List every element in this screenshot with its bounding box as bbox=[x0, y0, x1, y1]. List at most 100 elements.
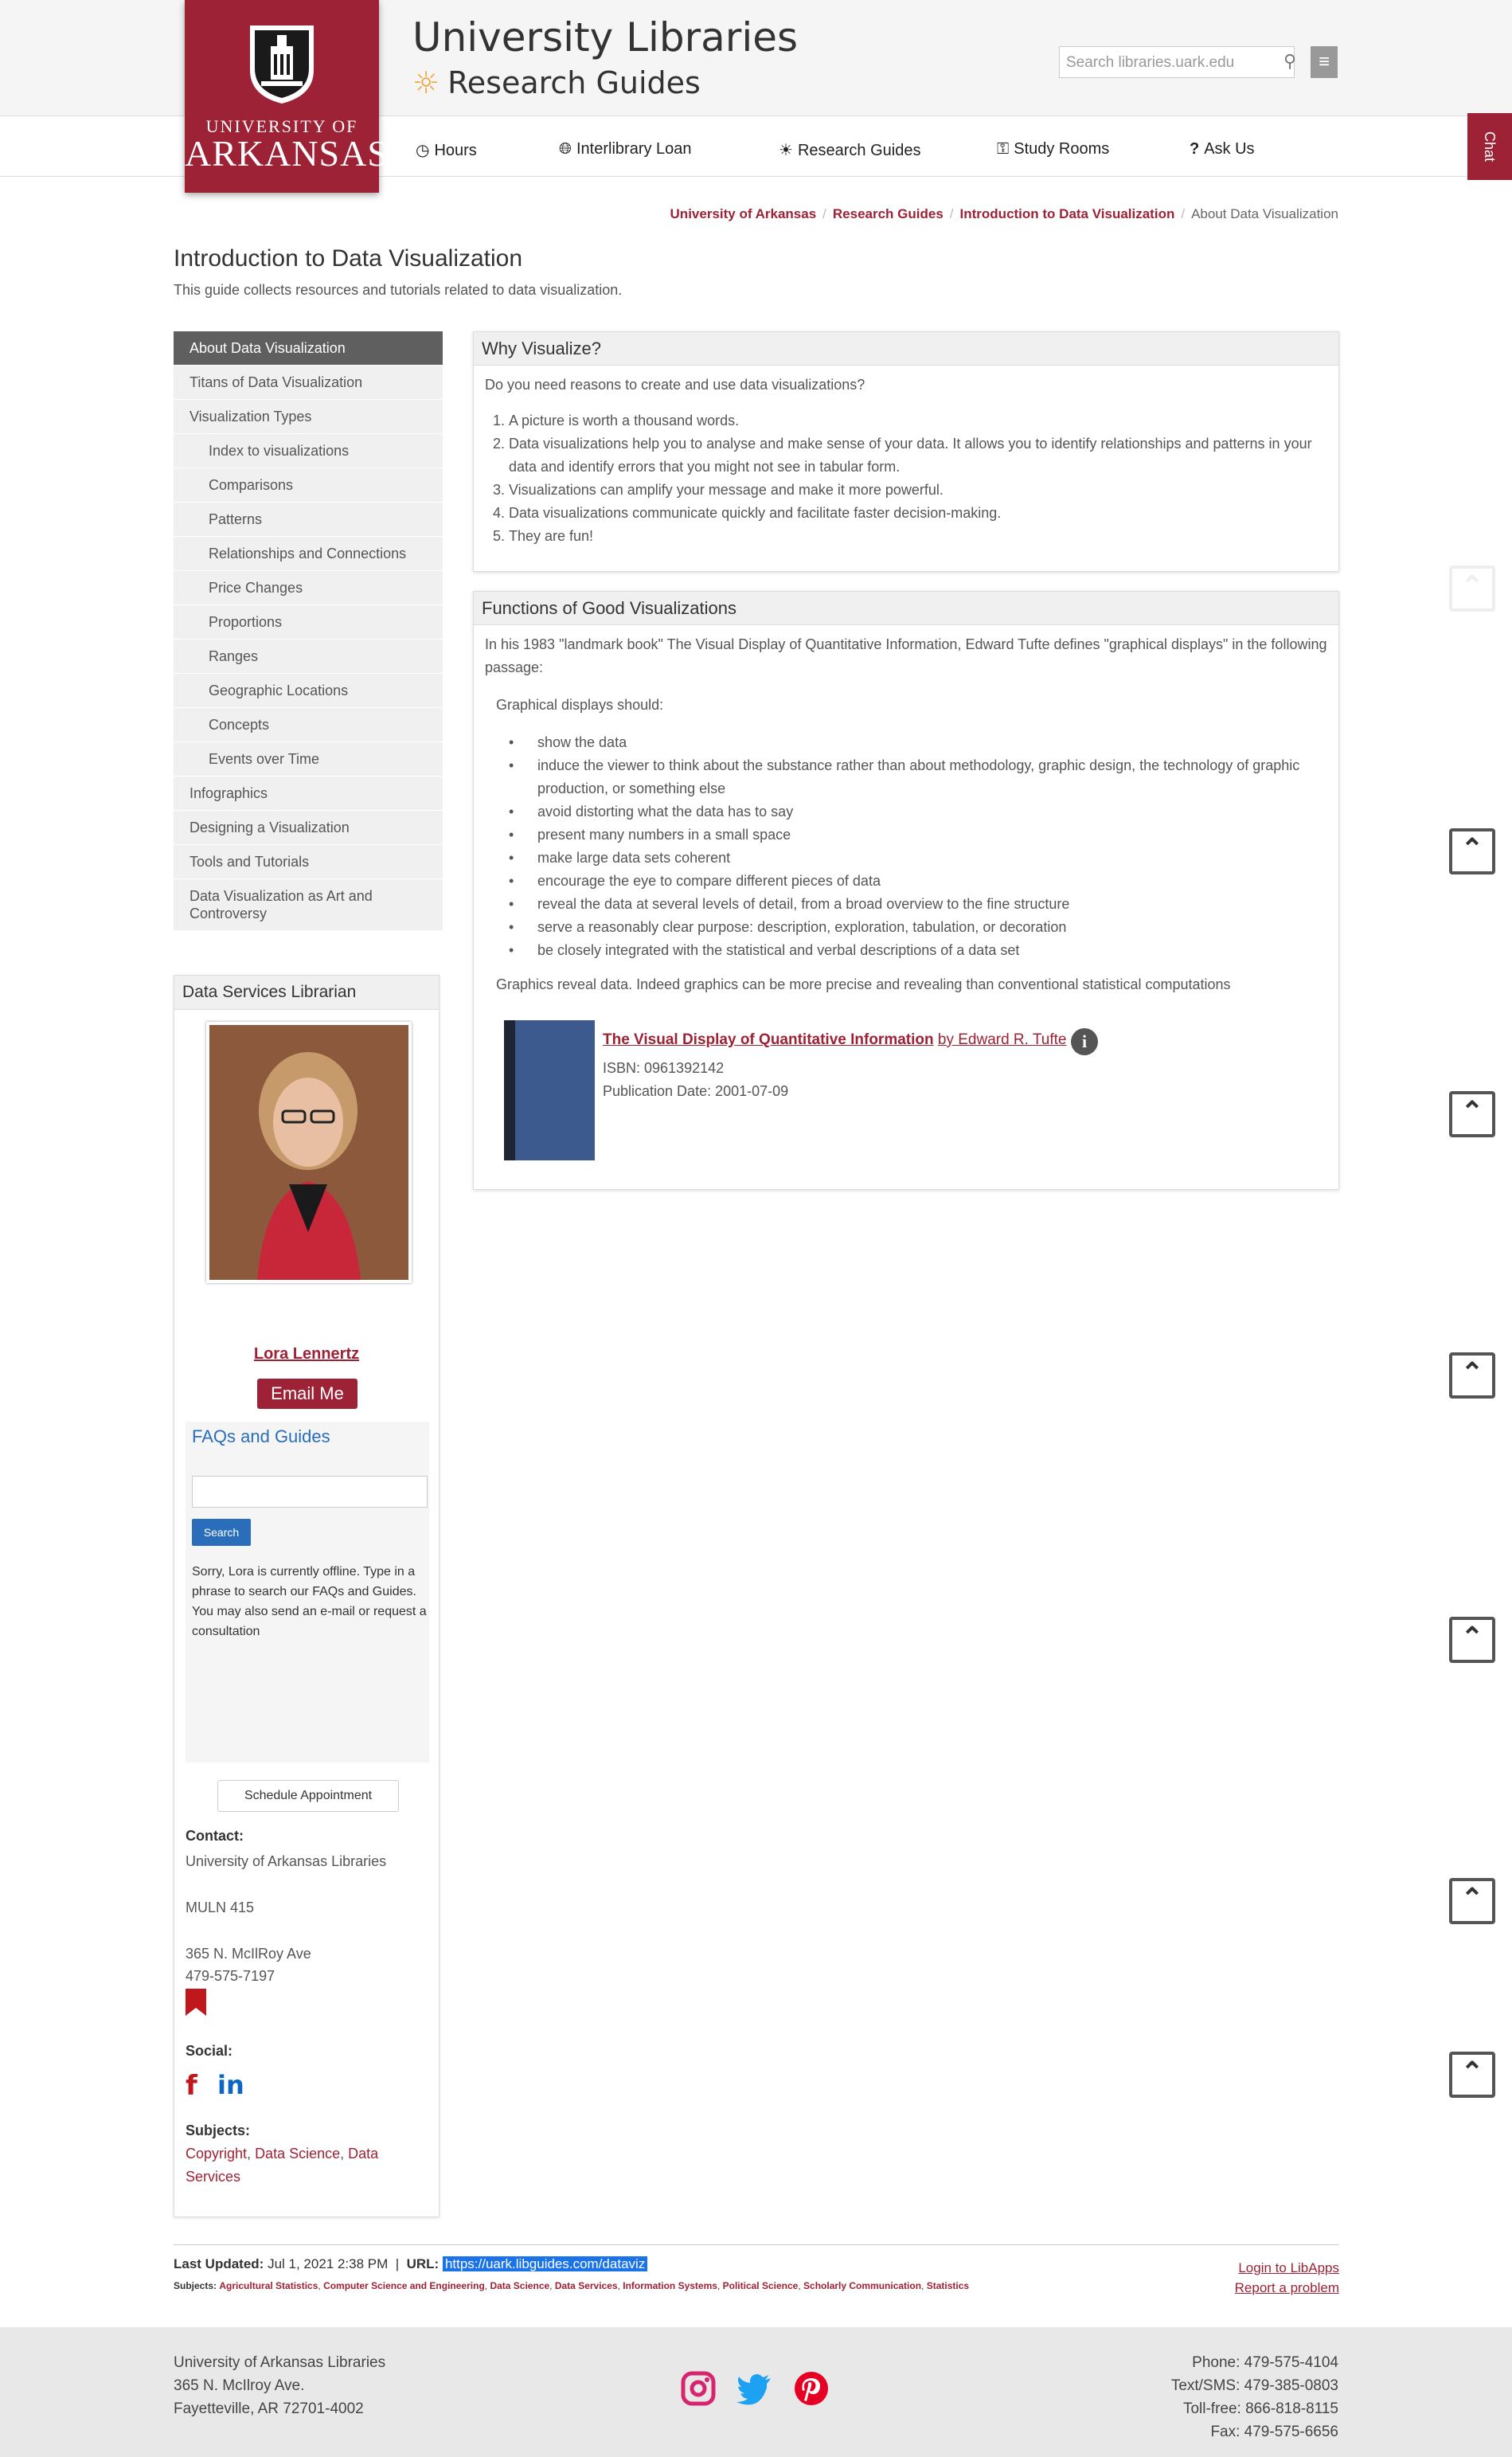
site-title[interactable]: University Libraries bbox=[412, 14, 798, 61]
page-description: This guide collects resources and tutori… bbox=[174, 282, 623, 298]
book-title-link[interactable]: The Visual Display of Quantitative Infor… bbox=[603, 1031, 934, 1048]
librarian-photo bbox=[206, 1022, 412, 1283]
email-me-button[interactable]: Email Me bbox=[257, 1379, 357, 1409]
book-cover-image[interactable] bbox=[504, 1020, 595, 1160]
nav-interlibrary-loan[interactable]: 🌐︎ Interlibrary Loan bbox=[559, 140, 692, 158]
login-libapps-link[interactable]: Login to LibApps bbox=[1235, 2258, 1339, 2278]
old-main-logo-icon bbox=[250, 25, 314, 104]
nav-study-rooms[interactable]: ⚿ Study Rooms bbox=[997, 140, 1109, 158]
breadcrumb-link[interactable]: University of Arkansas bbox=[670, 206, 817, 221]
contact-phone: 479-575-7197 bbox=[186, 1968, 275, 1984]
site-subtitle[interactable]: ☼ Research Guides bbox=[412, 65, 701, 100]
breadcrumb-link[interactable]: Introduction to Data Visualization bbox=[960, 206, 1175, 221]
sidenav-subitem-price-changes[interactable]: Price Changes bbox=[174, 571, 443, 605]
faq-title: FAQs and Guides bbox=[192, 1426, 330, 1446]
scroll-top-icon[interactable]: ⌃ bbox=[1449, 1352, 1495, 1399]
sidenav-item-about[interactable]: About Data Visualization bbox=[174, 331, 443, 366]
sidenav-subitem-proportions[interactable]: Proportions bbox=[174, 605, 443, 640]
why-visualize-heading: Why Visualize? bbox=[474, 332, 1338, 366]
logo-arkansas-text: ARKANSAS bbox=[185, 133, 389, 174]
sidenav-item-designing[interactable]: Designing a Visualization bbox=[174, 811, 443, 845]
twitter-icon[interactable] bbox=[736, 2370, 772, 2407]
subject-link[interactable]: Information Systems bbox=[623, 2280, 717, 2291]
sidenav-item-titans[interactable]: Titans of Data Visualization bbox=[174, 366, 443, 400]
guide-subjects: Subjects: Agricultural Statistics, Compu… bbox=[174, 2280, 970, 2291]
chat-tab[interactable]: Chat bbox=[1467, 113, 1512, 180]
sidenav-subitem-geographic[interactable]: Geographic Locations bbox=[174, 674, 443, 708]
scroll-top-icon[interactable]: ⌃ bbox=[1449, 1091, 1495, 1137]
why-reasons-list: A picture is worth a thousand words. Dat… bbox=[509, 409, 1327, 548]
clock-icon: ◷ bbox=[416, 142, 430, 159]
scroll-top-icon[interactable]: ⌃ bbox=[1449, 1617, 1495, 1663]
subject-link[interactable]: Agricultural Statistics bbox=[219, 2280, 318, 2291]
contact-room: MULN 415 bbox=[186, 1899, 255, 1915]
scroll-top-icon[interactable]: ⌃ bbox=[1449, 828, 1495, 874]
list-item: • serve a reasonably clear purpose: descr… bbox=[509, 919, 1067, 935]
why-intro: Do you need reasons to create and use da… bbox=[485, 377, 865, 393]
scroll-top-icon[interactable]: ⌃ bbox=[1449, 1878, 1495, 1924]
subject-link[interactable]: Computer Science and Engineering bbox=[323, 2280, 485, 2291]
sidenav-subitem-comparisons[interactable]: Comparisons bbox=[174, 468, 443, 503]
subject-link[interactable]: Statistics bbox=[927, 2280, 969, 2291]
faq-search-button[interactable]: Search bbox=[192, 1519, 251, 1546]
site-footer: University of Arkansas Libraries 365 N. … bbox=[0, 2327, 1512, 2457]
subject-link[interactable]: Data Services bbox=[555, 2280, 618, 2291]
sidenav-subitem-concepts[interactable]: Concepts bbox=[174, 708, 443, 742]
nav-ask-us[interactable]: ? Ask Us bbox=[1190, 140, 1255, 158]
book-link[interactable]: The Visual Display of Quantitative Infor… bbox=[603, 1031, 1066, 1049]
book-author-link[interactable]: by Edward R. Tufte bbox=[938, 1031, 1067, 1048]
report-problem-link[interactable]: Report a problem bbox=[1235, 2278, 1339, 2298]
list-item: Visualizations can amplify your message … bbox=[509, 479, 1327, 502]
bookmark-pin-icon[interactable] bbox=[186, 1989, 206, 2016]
breadcrumb: University of Arkansas / Research Guides / I… bbox=[670, 206, 1338, 221]
why-visualize-box: Why Visualize? Do you need reasons to cr… bbox=[473, 331, 1339, 572]
breadcrumb-link[interactable]: Research Guides bbox=[833, 206, 944, 221]
sidenav-subitem-relationships[interactable]: Relationships and Connections bbox=[174, 537, 443, 571]
search-icon[interactable]: ⚲ bbox=[1283, 51, 1296, 72]
nav-research-guides[interactable]: ☀ Research Guides bbox=[779, 140, 920, 160]
guide-metadata: Last Updated: Jul 1, 2021 2:38 PM | URL:… bbox=[174, 2244, 1339, 2295]
subject-link[interactable]: Data Science bbox=[255, 2146, 340, 2162]
guide-side-nav: About Data Visualization Titans of Data … bbox=[174, 331, 443, 931]
list-item: Data visualizations help you to analyse … bbox=[509, 432, 1327, 479]
libapps-links: Login to LibApps Report a problem bbox=[1235, 2258, 1339, 2298]
scroll-top-icon[interactable]: ⌃ bbox=[1449, 565, 1495, 612]
sidenav-subitem-events[interactable]: Events over Time bbox=[174, 742, 443, 777]
site-search-input[interactable]: Search libraries.uark.edu bbox=[1059, 46, 1295, 78]
schedule-appointment-button[interactable]: Schedule Appointment bbox=[217, 1780, 399, 1812]
scroll-top-icon[interactable]: ⌃ bbox=[1449, 2052, 1495, 2098]
subjects-label: Subjects: bbox=[186, 2122, 251, 2138]
subject-link[interactable]: Scholarly Communication bbox=[803, 2280, 921, 2291]
subject-link[interactable]: Data Science bbox=[490, 2280, 549, 2291]
facebook-icon[interactable]: f bbox=[186, 2070, 197, 2102]
sidenav-item-tools[interactable]: Tools and Tutorials bbox=[174, 845, 443, 879]
sidenav-item-infographics[interactable]: Infographics bbox=[174, 777, 443, 811]
subject-link[interactable]: Political Science bbox=[723, 2280, 799, 2291]
nav-hours[interactable]: ◷ Hours bbox=[416, 140, 477, 160]
university-logo[interactable]: UNIVERSITY OF ARKANSAS bbox=[185, 0, 389, 193]
faq-search-input[interactable] bbox=[192, 1476, 428, 1508]
librarian-name-link[interactable]: Lora Lennertz bbox=[174, 1345, 439, 1363]
linkedin-icon[interactable]: in bbox=[217, 2070, 244, 2100]
list-item: • induce the viewer to think about the su… bbox=[509, 757, 1300, 796]
sidenav-subitem-patterns[interactable]: Patterns bbox=[174, 503, 443, 537]
instagram-icon[interactable] bbox=[680, 2370, 717, 2407]
functions-box: Functions of Good Visualizations In his … bbox=[473, 591, 1339, 1190]
sidenav-subitem-index[interactable]: Index to visualizations bbox=[174, 434, 443, 468]
list-item: • reveal the data at several levels of de… bbox=[509, 896, 1070, 912]
list-item: They are fun! bbox=[509, 525, 1327, 548]
sidenav-item-art-controversy[interactable]: Data Visualization as Art and Controvers… bbox=[174, 879, 443, 931]
guide-url[interactable]: https://uark.libguides.com/dataviz bbox=[442, 2256, 648, 2271]
sidenav-subitem-ranges[interactable]: Ranges bbox=[174, 640, 443, 674]
info-icon[interactable]: i bbox=[1071, 1028, 1098, 1055]
subject-link[interactable]: Copyright bbox=[186, 2146, 247, 2162]
menu-icon[interactable]: ≡ bbox=[1311, 46, 1338, 78]
site-subtitle-text: Research Guides bbox=[447, 65, 701, 100]
pinterest-icon[interactable] bbox=[793, 2370, 830, 2407]
faq-offline-message: Sorry, Lora is currently offline. Type i… bbox=[192, 1565, 427, 1638]
functions-bullet-list: • show the data • induce the viewer to thi… bbox=[501, 731, 1327, 962]
list-item: • avoid distorting what the data has to s… bbox=[509, 804, 794, 820]
contact-org: University of Arkansas Libraries bbox=[186, 1853, 387, 1869]
sun-icon: ☀ bbox=[779, 142, 793, 159]
sidenav-item-visualization-types[interactable]: Visualization Types bbox=[174, 400, 443, 434]
